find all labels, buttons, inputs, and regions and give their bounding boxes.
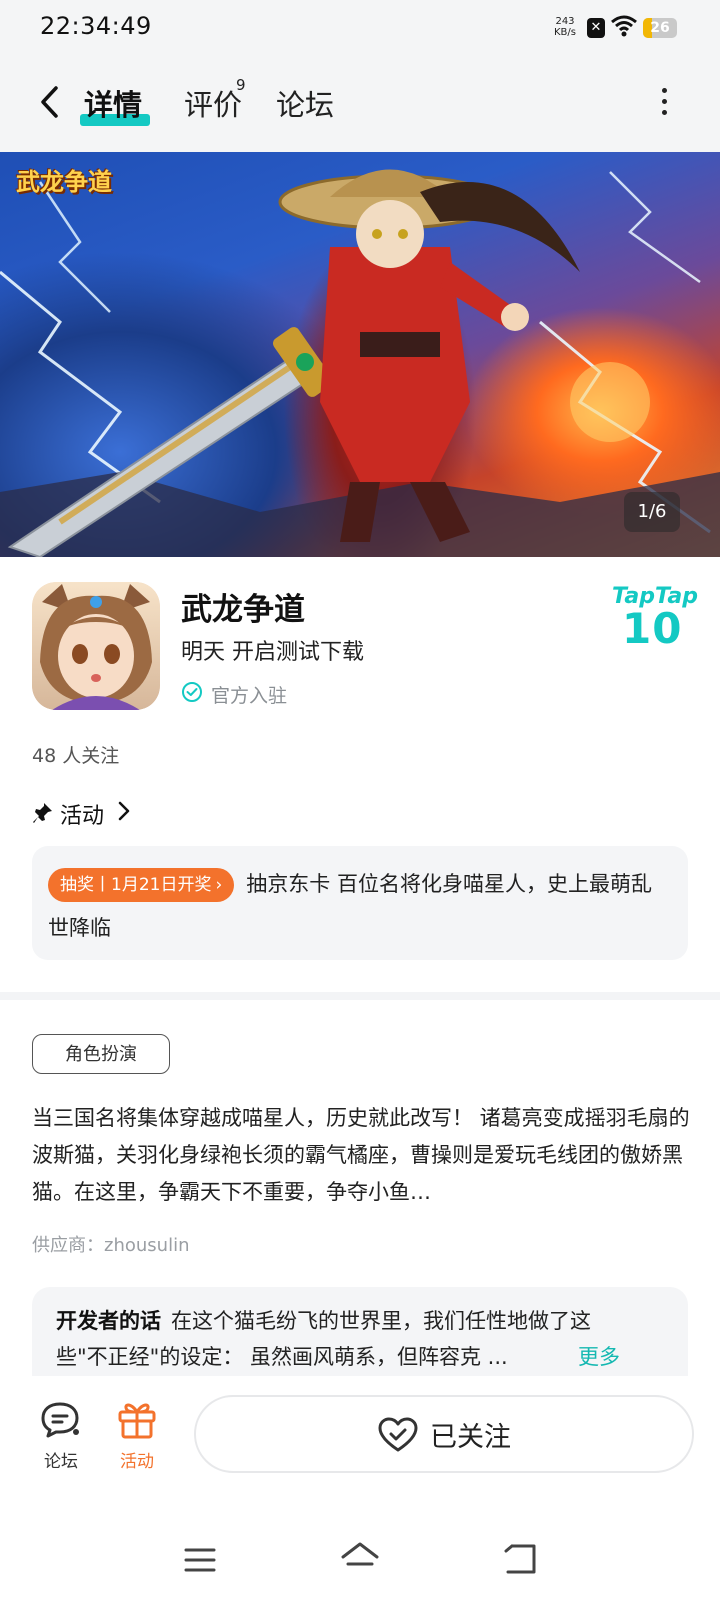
app-release-status: 明天 开启测试下载 [181, 640, 364, 665]
back-nav-icon[interactable] [504, 1542, 538, 1576]
banner-carousel[interactable]: 武龙争道 [0, 152, 720, 557]
app-icon[interactable] [32, 582, 160, 710]
activity-badge[interactable]: 抽奖丨1月21日开奖 › [48, 868, 235, 902]
pin-icon [33, 803, 52, 823]
follower-count: 48 人关注 [32, 745, 120, 767]
home-icon[interactable] [340, 1540, 380, 1576]
forum-label[interactable]: 论坛 [44, 1447, 78, 1472]
net-speed-value: 243 [555, 16, 575, 27]
net-speed-unit: KB/s [554, 27, 576, 38]
official-label: 官方入驻 [211, 685, 288, 707]
chevron-right-icon[interactable] [116, 798, 132, 824]
chevron-right-icon: › [215, 875, 223, 895]
developer-note-text-block: 开发者的话 在这个猫毛纷飞的世界里，我们任性地做了这些"不正经"的设定： 虽然画风… [56, 1303, 636, 1375]
section-divider [0, 992, 720, 1000]
activity-label[interactable]: 活动 [120, 1447, 154, 1472]
activity-badge-label: 抽奖丨1月21日开奖 [60, 875, 212, 895]
developer-note-more-link[interactable]: 更多 [572, 1339, 620, 1375]
notification-x-icon: ✕ [587, 18, 605, 38]
taptap-score[interactable]: 10 [622, 604, 682, 653]
net-speed: 243 KB/s [554, 16, 576, 38]
developer-note-title: 开发者的话 [56, 1309, 161, 1333]
game-description[interactable]: 当三国名将集体穿越成喵星人，历史就此改写！ 诸葛亮变成摇羽毛扇的波斯猫，关羽化身… [32, 1100, 692, 1211]
banner-game-logo: 武龙争道 [16, 168, 112, 196]
status-time: 22:34:49 [40, 12, 152, 40]
gift-icon[interactable] [117, 1398, 157, 1440]
more-icon[interactable] [656, 88, 672, 118]
forum-icon[interactable] [40, 1400, 82, 1440]
genre-tag[interactable]: 角色扮演 [32, 1034, 170, 1074]
tab-forum[interactable]: 论坛 [276, 82, 334, 124]
app-name: 武龙争道 [181, 592, 305, 628]
follow-button-label: 已关注 [430, 1422, 511, 1453]
tab-reviews-count: 9 [236, 76, 246, 94]
follow-button[interactable]: 已关注 [194, 1395, 694, 1473]
battery-level: 26 [650, 20, 670, 36]
activity-text-block: 抽奖丨1月21日开奖 › 抽京东卡 百位名将化身喵星人，史上最萌乱世降临 [48, 862, 672, 950]
heart-check-icon [378, 1417, 418, 1452]
supplier-label: 供应商：zhousulin [32, 1235, 190, 1256]
battery-icon: 26 [643, 18, 677, 38]
banner-pager: 1/6 [624, 492, 680, 532]
activity-card[interactable]: 抽奖丨1月21日开奖 › 抽京东卡 百位名将化身喵星人，史上最萌乱世降临 [32, 846, 688, 960]
back-icon[interactable] [34, 80, 74, 124]
activity-section-title[interactable]: 活动 [60, 798, 104, 830]
tab-details[interactable]: 详情 [84, 82, 142, 124]
menu-icon[interactable] [184, 1547, 216, 1573]
tab-reviews[interactable]: 评价 [184, 82, 242, 124]
verified-icon [182, 682, 202, 702]
wifi-icon [611, 15, 637, 37]
banner-artwork [0, 169, 720, 557]
